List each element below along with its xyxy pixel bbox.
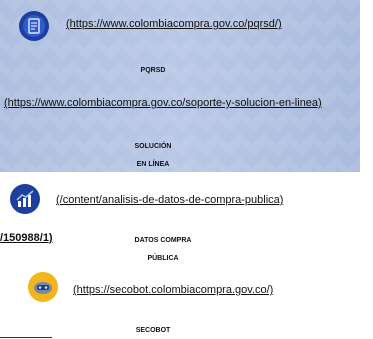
divider <box>0 337 52 338</box>
analisis-link[interactable]: (/content/analisis-de-datos-de-compra-pu… <box>56 194 283 207</box>
secobot-icon[interactable] <box>28 272 58 302</box>
document-icon[interactable] <box>19 11 49 41</box>
solucion-caption-line2: EN LÍNEA <box>136 161 170 168</box>
chart-icon[interactable] <box>10 184 40 214</box>
soporte-link[interactable]: (https://www.colombiacompra.gov.co/sopor… <box>4 97 322 110</box>
pqrsd-link[interactable]: (https://www.colombiacompra.gov.co/pqrsd… <box>66 18 282 31</box>
datos-caption-line1: DATOS COMPRA <box>134 237 192 244</box>
solucion-caption-line1: SOLUCIÓN <box>134 143 172 150</box>
secobot-link[interactable]: (https://secobot.colombiacompra.gov.co/) <box>73 284 273 297</box>
datos-caption-line2: PÚBLICA <box>147 255 179 262</box>
partial-link[interactable]: /150988/1) <box>0 232 53 245</box>
pqrsd-caption: PQRSD <box>140 67 166 74</box>
secobot-caption: SECOBOT <box>135 327 171 334</box>
